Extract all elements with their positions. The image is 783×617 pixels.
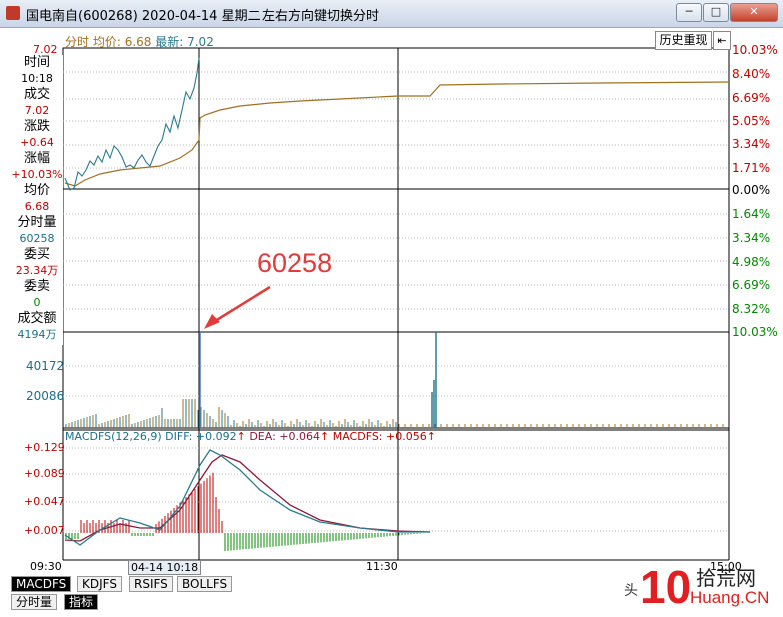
annotation-arrow-head xyxy=(204,314,220,329)
dea-up-icon: ↑ xyxy=(320,430,330,443)
tab-bollfs[interactable]: BOLLFS xyxy=(177,576,233,592)
tab-rsifs[interactable]: RSIFS xyxy=(129,576,173,592)
info-value: 23.34万 xyxy=(15,264,59,277)
right-axis-up-label: 1.71% xyxy=(732,161,771,175)
info-label: 时间 xyxy=(23,55,50,70)
chart-header: 分时 均价: 6.68 最新: 7.02 xyxy=(65,33,214,50)
close-button[interactable]: ✕ xyxy=(730,3,778,22)
info-label: 成交 xyxy=(23,87,50,102)
tab-kdjfs[interactable]: KDJFS xyxy=(77,576,122,592)
right-axis-up-label: 3.34% xyxy=(732,137,771,151)
watermark-number: 10 xyxy=(640,561,692,613)
right-axis-down-label: 6.69% xyxy=(732,278,771,292)
avg-price-label: 均价: 6.68 xyxy=(92,35,152,49)
macd-panel xyxy=(62,429,730,561)
right-axis-down-label: 4.98% xyxy=(732,255,771,269)
collapse-icon[interactable]: ⇤ xyxy=(713,31,731,50)
history-replay-button[interactable]: 历史重现 xyxy=(655,31,712,50)
minimize-button[interactable]: ─ xyxy=(676,3,702,22)
window-title: 国电南自(600268) 2020-04-14 星期二 xyxy=(26,9,261,24)
macd-name: MACDFS(12,26,9) xyxy=(65,430,162,443)
macd-header: MACDFS(12,26,9) DIFF: +0.092↑ DEA: +0.06… xyxy=(65,430,436,443)
app-icon xyxy=(6,6,20,20)
time-mid: 11:30 xyxy=(366,560,398,573)
info-panel: 时间 10:18 成交 7.02 涨跌 +0.64 涨幅 +10.03% 均价 6.68 分时量 60… xyxy=(11,55,63,345)
watermark-title: 拾荒网 xyxy=(696,566,756,590)
volume-axis-max: 40172 xyxy=(26,359,65,373)
volume-axis-mid: 20086 xyxy=(26,389,65,403)
macdfs-label: MACDFS: +0.056 xyxy=(332,430,427,443)
diff-up-icon: ↑ xyxy=(236,430,246,443)
time-cursor: 04-14 10:18 xyxy=(128,560,202,575)
right-axis-down-label: 1.64% xyxy=(732,207,771,221)
right-axis-up-label: 8.40% xyxy=(732,67,771,81)
right-axis-up-label: 5.05% xyxy=(732,114,771,128)
info-label: 涨幅 xyxy=(23,151,50,166)
volume-panel xyxy=(62,332,730,430)
tab-macdfs[interactable]: MACDFS xyxy=(11,576,72,592)
window-hint: 左右方向键切换分时 xyxy=(262,9,380,24)
price-grid-dotted xyxy=(63,71,729,310)
info-value: 6.68 xyxy=(24,200,50,213)
price-panel-frame xyxy=(62,47,730,333)
info-value: 10:18 xyxy=(21,72,53,85)
series-label: 分时 xyxy=(65,35,90,49)
info-value: 60258 xyxy=(19,232,55,245)
info-label: 委卖 xyxy=(23,279,50,294)
info-value: +10.03% xyxy=(11,168,63,181)
info-label: 分时量 xyxy=(17,215,57,230)
watermark-prefix: 头 xyxy=(624,583,638,599)
right-axis-zero: 0.00% xyxy=(732,183,771,197)
macd-tick: +0.089 xyxy=(24,467,65,480)
watermark-domain: Huang.CN xyxy=(690,588,770,607)
macd-tick: +0.007 xyxy=(24,524,65,537)
diff-label: DIFF: +0.092 xyxy=(165,430,237,443)
right-axis-down-label: 8.32% xyxy=(732,302,771,316)
right-axis-up-label: 10.03% xyxy=(732,43,778,57)
avg-price-line xyxy=(64,81,730,187)
last-price-label: 最新: 7.02 xyxy=(155,35,214,49)
macdfs-up-icon: ↑ xyxy=(426,430,436,443)
right-axis-down-label: 10.03% xyxy=(732,325,778,339)
maximize-button[interactable]: □ xyxy=(703,3,729,22)
info-value: 7.02 xyxy=(24,104,50,117)
macd-tick: +0.047 xyxy=(24,495,65,508)
tab-indicator[interactable]: 指标 xyxy=(64,594,99,610)
info-value: 0 xyxy=(33,296,41,309)
info-label: 涨跌 xyxy=(23,119,50,134)
info-label: 均价 xyxy=(23,183,50,198)
tab-volume[interactable]: 分时量 xyxy=(11,594,58,610)
right-axis-up-label: 6.69% xyxy=(732,91,771,105)
price-line xyxy=(64,57,200,191)
macd-tick: +0.129 xyxy=(24,441,65,454)
annotation-value: 60258 xyxy=(257,248,333,278)
chart-canvas xyxy=(62,47,730,561)
title-bar: 国电南自(600268) 2020-04-14 星期二 左右方向键切换分时 ─ … xyxy=(0,0,783,28)
right-axis-down-label: 3.34% xyxy=(732,231,771,245)
info-label: 委买 xyxy=(23,247,50,262)
info-value: 4194万 xyxy=(17,328,57,341)
dea-label: DEA: +0.064 xyxy=(249,430,320,443)
info-label: 成交额 xyxy=(17,311,57,326)
watermark: 头 10 拾荒网 Huang.CN xyxy=(620,560,780,615)
time-start: 09:30 xyxy=(30,560,62,573)
info-value: +0.64 xyxy=(20,136,54,149)
